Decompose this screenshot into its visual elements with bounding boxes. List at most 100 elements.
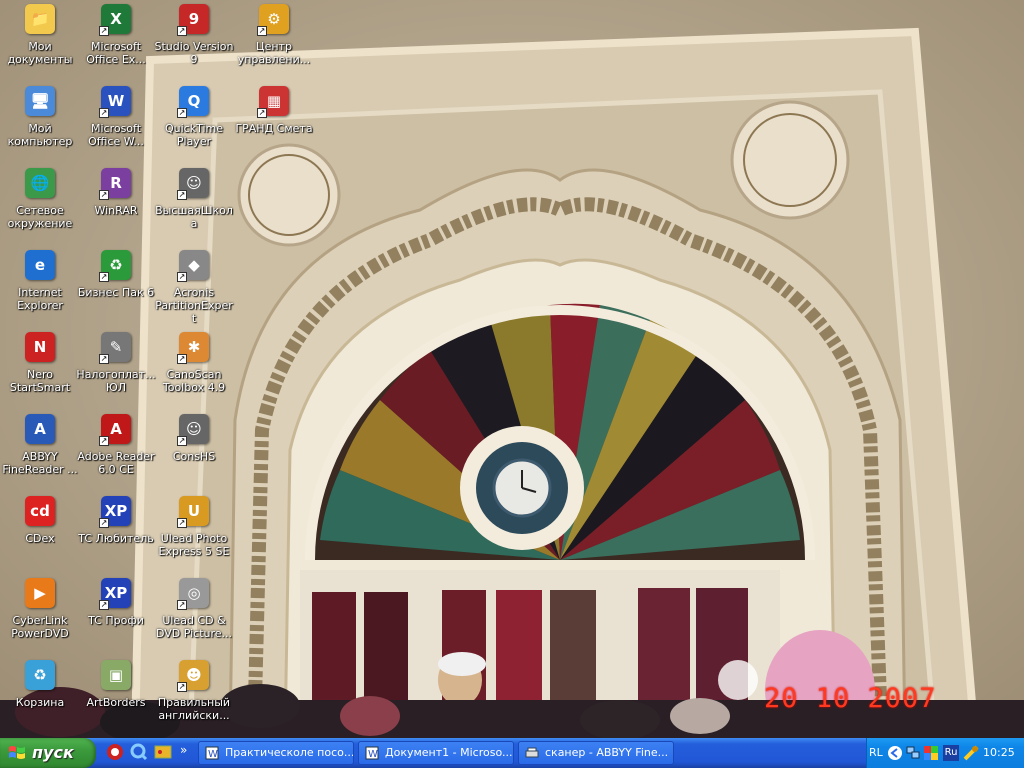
shortcut-arrow-icon: ↗ (177, 190, 187, 200)
word-icon: W ↗ (99, 84, 133, 118)
desktop-icon[interactable]: ◆ ↗ Acronis PartitionExpert (154, 248, 234, 325)
svg-text:W: W (368, 749, 378, 760)
taskbar-button-label: Документ1 - Microso... (385, 746, 513, 759)
desktop-icon-label: Правильный английски... (157, 696, 231, 722)
desktop-icon-label: TC Любитель (78, 532, 154, 545)
grand-smeta-icon: ▦ ↗ (257, 84, 291, 118)
desktop-icon[interactable]: R ↗ WinRAR (76, 166, 156, 217)
quicktime-icon: Q ↗ (177, 84, 211, 118)
desktop-icon-label: TC Профи (88, 614, 144, 627)
tax-icon: ✎ ↗ (99, 330, 133, 364)
tool-tray-icon[interactable] (963, 745, 979, 761)
desktop-icon-label: CDex (25, 532, 55, 545)
taskbar-button-scanner[interactable]: сканер - ABBYY Fine... (518, 741, 674, 765)
desktop-icon[interactable]: cd CDex (0, 494, 80, 545)
shortcut-arrow-icon: ↗ (99, 518, 109, 528)
security-tray-icon[interactable] (923, 745, 939, 761)
shortcut-arrow-icon: ↗ (99, 354, 109, 364)
network-tray-icon[interactable] (905, 745, 921, 761)
adobe-reader-icon: A ↗ (99, 412, 133, 446)
artborders-icon: ▣ (99, 658, 133, 692)
desktop-icon-label: Acronis PartitionExpert (155, 286, 233, 325)
ulead-cd-icon: ◎ ↗ (177, 576, 211, 610)
desktop-icon[interactable]: XP ↗ TC Профи (76, 576, 156, 627)
desktop-icon[interactable]: XP ↗ TC Любитель (76, 494, 156, 545)
quick-launch-chevron[interactable]: » (180, 743, 187, 757)
desktop-icon[interactable]: 9 ↗ Studio Version 9 (154, 2, 234, 66)
desktop-icon-label: Бизнес Пак 6 (77, 286, 155, 299)
shortcut-arrow-icon: ↗ (177, 436, 187, 446)
shortcut-arrow-icon: ↗ (177, 108, 187, 118)
desktop-icon-label: Центр управлени... (237, 40, 311, 66)
desktop-icon[interactable]: X ↗ Microsoft Office Ex... (76, 2, 156, 66)
clock[interactable]: 10:25 (983, 746, 1015, 759)
desktop-icon[interactable]: ♻ ↗ Бизнес Пак 6 (76, 248, 156, 299)
desktop-icon[interactable]: 📁 Мои документы (0, 2, 80, 66)
winrar-icon: R ↗ (99, 166, 133, 200)
desktop-icon[interactable]: ☺ ↗ ConsHS (154, 412, 234, 463)
shortcut-arrow-icon: ↗ (99, 190, 109, 200)
desktop-icon[interactable]: ♻ Корзина (0, 658, 80, 709)
taskbar-button-label: сканер - ABBYY Fine... (545, 746, 669, 759)
excel-icon: X ↗ (99, 2, 133, 36)
desktop-icon[interactable]: N Nero StartSmart (0, 330, 80, 394)
desktop-icon-label: ABBYY FineReader ... (2, 450, 78, 476)
desktop-icon-label: CanoScan Toolbox 4.9 (162, 368, 226, 394)
desktop-icon[interactable]: ▦ ↗ ГРАНД Смета (234, 84, 314, 135)
keyboard-layout-badge[interactable]: Ru (943, 745, 959, 761)
computer-icon: 🖥 (23, 84, 57, 118)
school-icon: ☺ ↗ (177, 166, 211, 200)
desktop-icon[interactable]: ⚙ ↗ Центр управлени... (234, 2, 314, 66)
desktop-icon[interactable]: U ↗ Ulead Photo Express 5 SE (154, 494, 234, 558)
shortcut-arrow-icon: ↗ (257, 108, 267, 118)
scanner-icon (525, 747, 539, 758)
desktop-icon-label: Сетевое окружение (7, 204, 73, 230)
studio-icon: 9 ↗ (177, 2, 211, 36)
desktop-icon-label: QuickTime Player (164, 122, 224, 148)
opera-icon[interactable] (106, 743, 124, 761)
desktop-icon-label: ArtBorders (86, 696, 146, 709)
conshs-icon: ☺ ↗ (177, 412, 211, 446)
desktop-icon[interactable]: ☺ ↗ ВысшаяШкола (154, 166, 234, 230)
desktop-icon-label: Nero StartSmart (9, 368, 71, 394)
tc-pro-icon: XP ↗ (99, 576, 133, 610)
desktop-icon-label: WinRAR (94, 204, 138, 217)
quicktime-quick-icon[interactable] (130, 743, 148, 761)
taskbar-button-practical[interactable]: W Практическоле посо... (198, 741, 354, 765)
desktop-icon-label: Adobe Reader 6.0 CE (77, 450, 155, 476)
taskbar-button-document1[interactable]: W Документ1 - Microso... (358, 741, 514, 765)
desktop-icon[interactable]: Q ↗ QuickTime Player (154, 84, 234, 148)
desktop-icon[interactable]: A ↗ Adobe Reader 6.0 CE (76, 412, 156, 476)
media-icon[interactable] (154, 743, 172, 761)
desktop-icon-label: Internet Explorer (17, 286, 63, 312)
desktop-icon[interactable]: e Internet Explorer (0, 248, 80, 312)
desktop-icon[interactable]: ▣ ArtBorders (76, 658, 156, 709)
desktop-icon-label: Ulead Photo Express 5 SE (158, 532, 230, 558)
desktop-icon-label: Мой компьютер (7, 122, 73, 148)
canoscan-icon: ✱ ↗ (177, 330, 211, 364)
desktop-icon[interactable]: ☻ ↗ Правильный английски... (154, 658, 234, 722)
desktop-icon[interactable]: 🌐 Сетевое окружение (0, 166, 80, 230)
desktop-icon[interactable]: ◎ ↗ Ulead CD & DVD Picture... (154, 576, 234, 640)
desktop-icon[interactable]: 🖥 Мой компьютер (0, 84, 80, 148)
desktop-icon-label: ConsHS (172, 450, 216, 463)
tray-arrow-icon[interactable] (887, 745, 903, 761)
start-label: пуск (32, 743, 74, 762)
desktop-icon-label: ВысшаяШкола (155, 204, 233, 230)
system-tray: RL Ru 10:25 (866, 738, 1024, 768)
ulead-photo-icon: U ↗ (177, 494, 211, 528)
shortcut-arrow-icon: ↗ (99, 272, 109, 282)
desktop-icon[interactable]: ▶ CyberLink PowerDVD (0, 576, 80, 640)
taskbar: пуск » W Практическоле посо... W Докумен… (0, 738, 1024, 768)
network-icon: 🌐 (23, 166, 57, 200)
language-indicator[interactable]: RL (869, 746, 883, 759)
desktop-icon[interactable]: W ↗ Microsoft Office W... (76, 84, 156, 148)
start-button[interactable]: пуск (0, 738, 96, 768)
shortcut-arrow-icon: ↗ (99, 26, 109, 36)
desktop-icon[interactable]: A ABBYY FineReader ... (0, 412, 80, 476)
desktop-icon[interactable]: ✎ ↗ Налогоплат... ЮЛ (76, 330, 156, 394)
english-icon: ☻ ↗ (177, 658, 211, 692)
desktop-icon-label: CyberLink PowerDVD (11, 614, 69, 640)
shortcut-arrow-icon: ↗ (99, 108, 109, 118)
desktop-icon[interactable]: ✱ ↗ CanoScan Toolbox 4.9 (154, 330, 234, 394)
